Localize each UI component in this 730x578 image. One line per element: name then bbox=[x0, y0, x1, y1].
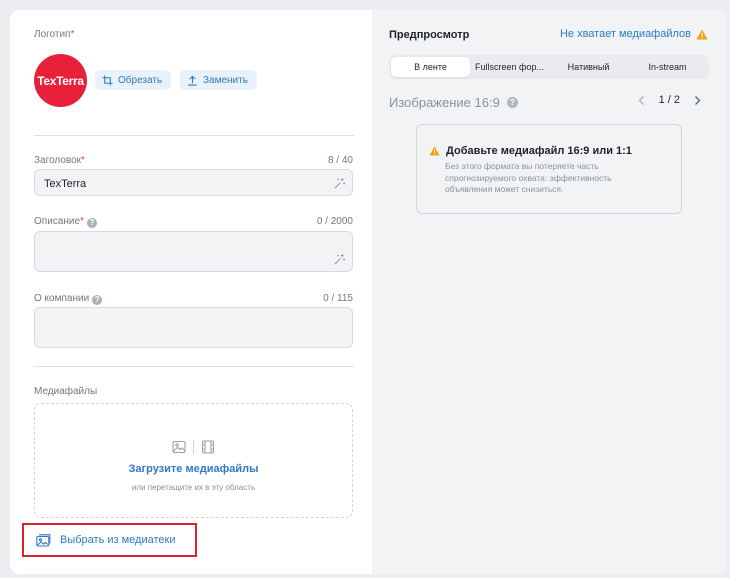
headline-value: TexTerra bbox=[44, 178, 87, 190]
preview-panel: Предпросмотр Не хватает медиафайлов В ле… bbox=[372, 10, 726, 574]
about-label: О компании? bbox=[34, 293, 103, 305]
image-icon bbox=[172, 440, 186, 454]
headline-label: Заголовок* bbox=[34, 155, 85, 166]
divider bbox=[34, 135, 354, 136]
divider bbox=[34, 366, 354, 367]
about-input[interactable] bbox=[34, 307, 353, 348]
help-icon[interactable]: ? bbox=[92, 295, 103, 305]
media-label: Медиафайлы bbox=[34, 386, 98, 397]
image-format-title: Изображение 16:9 ? bbox=[389, 95, 518, 110]
logo-label: Логотип* bbox=[34, 29, 75, 40]
missing-media-link[interactable]: Не хватает медиафайлов bbox=[560, 28, 708, 40]
missing-media-label: Не хватает медиафайлов bbox=[559, 28, 691, 40]
preview-title: Предпросмотр bbox=[389, 29, 470, 41]
media-warning-box: Добавьте медиафайл 16:9 или 1:1 Без этог… bbox=[416, 124, 682, 214]
preview-format-tabs: В ленте Fullscreen фор... Нативный In-st… bbox=[389, 55, 709, 79]
tab-instream[interactable]: In-stream bbox=[628, 57, 707, 77]
magic-wand-icon[interactable] bbox=[333, 177, 346, 190]
headline-input[interactable]: TexTerra bbox=[34, 169, 353, 196]
tab-feed[interactable]: В ленте bbox=[391, 57, 470, 77]
help-icon[interactable]: ? bbox=[86, 218, 97, 228]
video-icon bbox=[201, 440, 215, 454]
warning-icon bbox=[429, 146, 440, 156]
replace-button-label: Заменить bbox=[203, 74, 248, 86]
chevron-right-icon[interactable] bbox=[693, 95, 702, 106]
image-format-label: Изображение 16:9 bbox=[389, 95, 500, 110]
help-icon[interactable]: ? bbox=[506, 97, 518, 108]
icon-separator bbox=[193, 440, 194, 454]
media-library-icon bbox=[36, 533, 51, 547]
crop-button-label: Обрезать bbox=[118, 74, 163, 86]
replace-button[interactable]: Заменить bbox=[180, 70, 257, 90]
choose-from-library-button[interactable]: Выбрать из медиатеки bbox=[22, 523, 197, 557]
description-input[interactable] bbox=[34, 231, 353, 272]
upload-media-link[interactable]: Загрузите медиафайлы bbox=[35, 463, 352, 475]
crop-icon bbox=[102, 74, 113, 86]
chevron-left-icon[interactable] bbox=[637, 95, 646, 106]
about-counter: 0 / 115 bbox=[323, 293, 353, 304]
tab-fullscreen[interactable]: Fullscreen фор... bbox=[470, 57, 549, 77]
logo-text: TexTerra bbox=[37, 73, 84, 88]
choose-from-library-label: Выбрать из медиатеки bbox=[60, 534, 176, 546]
description-label: Описание*? bbox=[34, 216, 97, 228]
form-panel: Логотип* TexTerra Обрезать Заменить Заго… bbox=[10, 10, 372, 574]
upload-icon bbox=[188, 75, 197, 86]
upload-hint: или перетащите их в эту область bbox=[131, 483, 256, 492]
media-dropzone[interactable]: Загрузите медиафайлы или перетащите их в… bbox=[34, 403, 353, 518]
headline-counter: 8 / 40 bbox=[327, 155, 353, 166]
warning-text: Без этого формата вы потеряете часть спр… bbox=[445, 161, 612, 194]
warning-title: Добавьте медиафайл 16:9 или 1:1 bbox=[446, 145, 632, 157]
magic-wand-icon[interactable] bbox=[333, 253, 346, 266]
preview-pager: 1 / 2 bbox=[637, 94, 702, 106]
page-indicator: 1 / 2 bbox=[658, 94, 680, 106]
crop-button[interactable]: Обрезать bbox=[95, 70, 172, 90]
tab-native[interactable]: Нативный bbox=[549, 57, 628, 77]
warning-icon bbox=[696, 29, 708, 39]
warning-heading: Добавьте медиафайл 16:9 или 1:1 bbox=[429, 145, 632, 157]
description-counter: 0 / 2000 bbox=[316, 216, 353, 227]
logo-image[interactable]: TexTerra bbox=[34, 54, 87, 107]
ad-editor-card: Логотип* TexTerra Обрезать Заменить Заго… bbox=[10, 10, 726, 574]
dropzone-icons bbox=[35, 440, 352, 454]
